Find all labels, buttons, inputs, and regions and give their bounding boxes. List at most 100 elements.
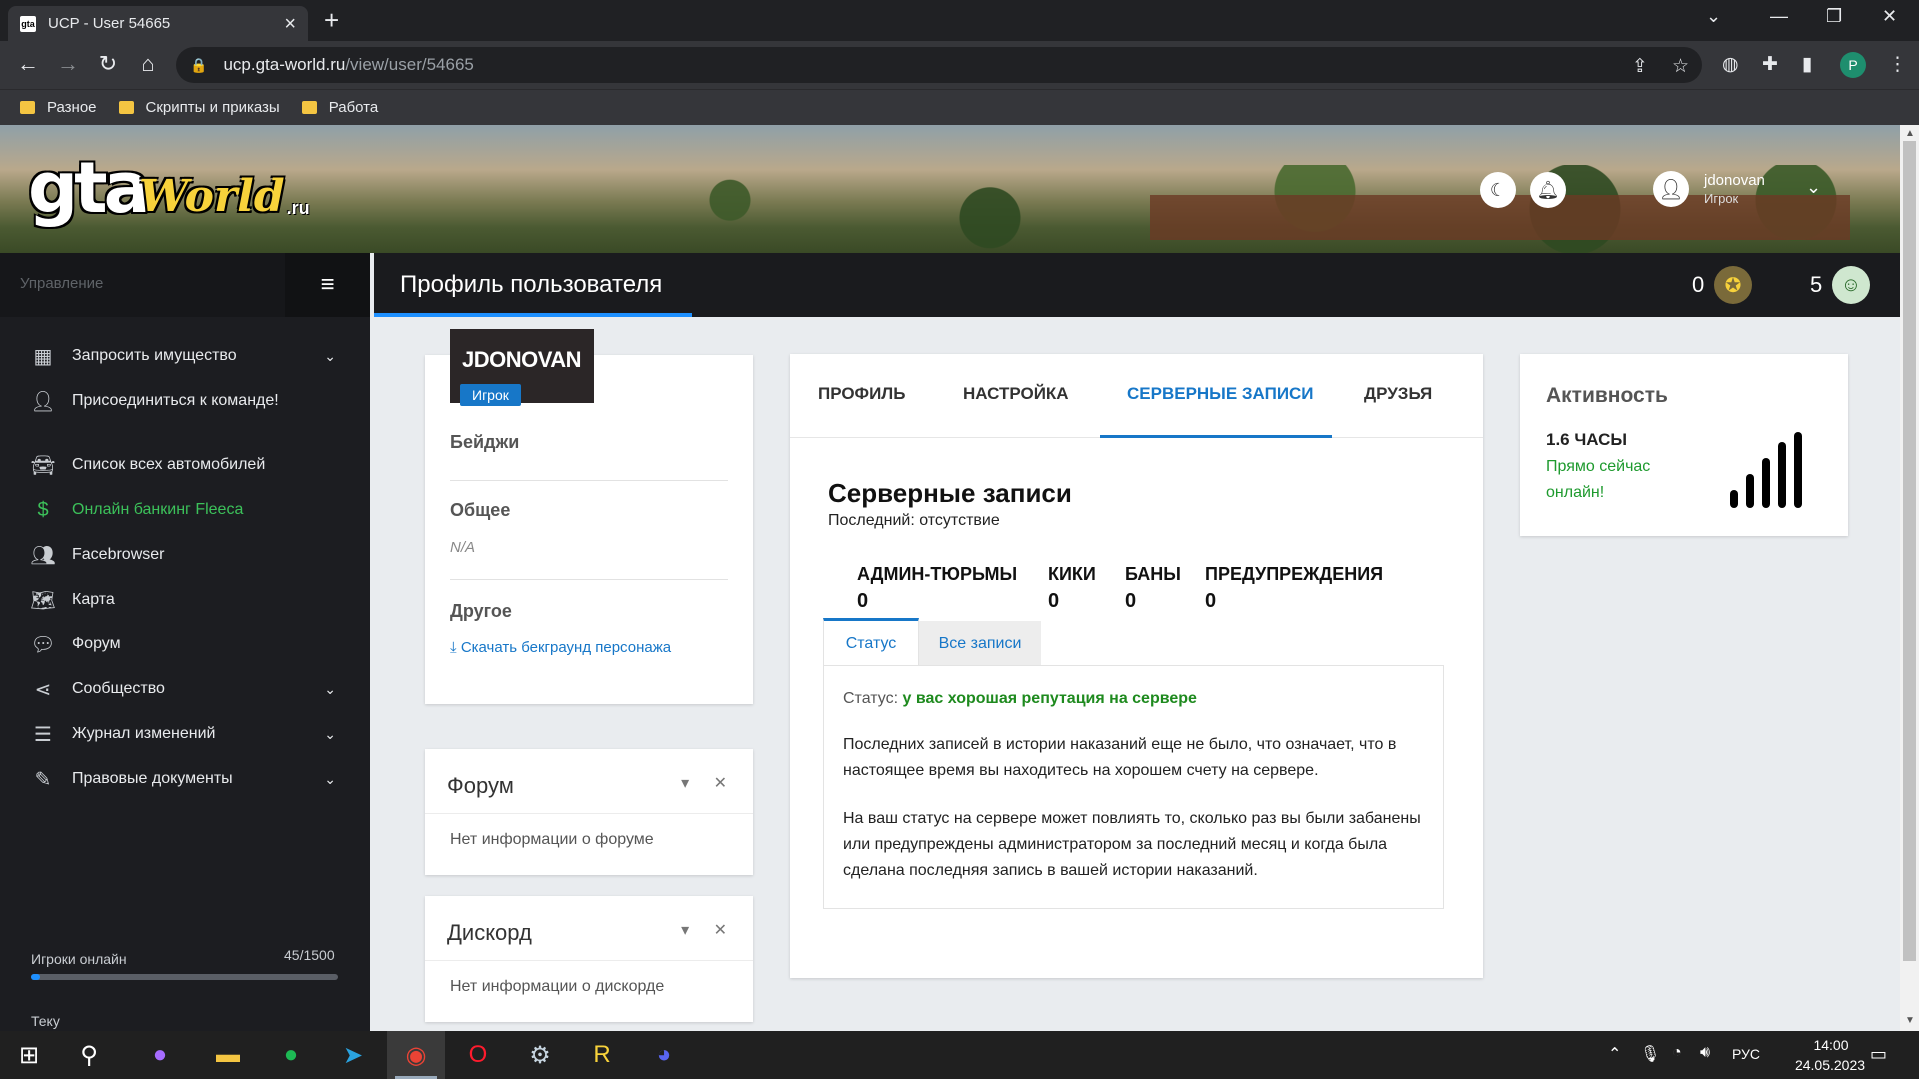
lock-icon[interactable]: 🔒 [190, 57, 207, 74]
signal-bar [1746, 474, 1754, 508]
stat-admin-jail-value: 0 [857, 590, 869, 612]
close-window-icon[interactable]: ✕ [1882, 6, 1897, 27]
sidebar-item-fleeca-banking[interactable]: $ Онлайн банкинг Fleeca [0, 490, 370, 530]
tray-microphone-icon[interactable]: 🎙︎ [1640, 1044, 1660, 1064]
sidebar-item-request-property[interactable]: ▦ Запросить имущество ⌄ [0, 336, 370, 376]
sidebar-item-label: Запросить имущество [72, 347, 237, 364]
share-page-icon[interactable]: ⇪ [1632, 55, 1648, 78]
achievement-badge-icon[interactable]: ✪ [1714, 266, 1752, 304]
download-background-link[interactable]: ⤓ Скачать бекграунд персонажа [450, 639, 671, 656]
dark-mode-moon-icon[interactable]: ☾ [1480, 172, 1516, 208]
bookmark-label: Разное [47, 99, 97, 116]
sidebar-header: Управление ≡ [0, 253, 370, 317]
stat-warnings-label: ПРЕДУПРЕЖДЕНИЯ [1205, 564, 1384, 584]
restore-icon[interactable]: ❐ [1826, 6, 1842, 27]
tray-volume-icon[interactable]: 🔊︎ [1700, 1044, 1710, 1062]
forum-widget: Форум ▾ ✕ Нет информации о форуме [425, 749, 753, 875]
browser-tab[interactable]: gta UCP - User 54665 × [8, 6, 308, 41]
logo-world-text: World [138, 171, 285, 222]
side-panel-icon[interactable]: ▮ [1802, 53, 1812, 76]
tray-language[interactable]: РУС [1732, 1046, 1760, 1062]
hamburger-menu-icon[interactable]: ≡ [285, 253, 370, 317]
new-tab-icon[interactable]: + [324, 6, 339, 34]
sidebar-item-label: Список всех автомобилей [72, 456, 266, 473]
tray-clock-date[interactable]: 24.05.2023 [1790, 1057, 1870, 1073]
activity-title: Активность [1546, 384, 1668, 407]
sub-tab-status[interactable]: Статус [823, 618, 919, 666]
taskbar-file-explorer-icon[interactable]: ▬ [199, 1031, 257, 1079]
sidebar-item-changelog[interactable]: ☰ Журнал изменений ⌄ [0, 714, 370, 754]
taskbar-alice-icon[interactable]: ● [131, 1031, 189, 1079]
page-scrollbar[interactable]: ▲ ▼ [1900, 125, 1919, 1031]
tray-wifi-icon[interactable]: ◔ [1672, 1044, 1682, 1062]
taskbar-chrome-icon[interactable]: ◉ [387, 1031, 445, 1079]
taskbar-spotify-icon[interactable]: ● [262, 1031, 320, 1079]
reload-icon[interactable]: ↻ [94, 51, 122, 77]
notification-center-icon[interactable]: ▭ [1870, 1044, 1887, 1065]
tab-profile[interactable]: ПРОФИЛЬ [818, 384, 905, 404]
user-avatar-icon[interactable]: 👤︎ [1653, 171, 1689, 207]
bookmark-star-icon[interactable]: ☆ [1672, 55, 1689, 78]
tab-search-chevron-icon[interactable]: ⌄ [1706, 6, 1721, 27]
header-username[interactable]: jdonovan [1704, 172, 1765, 189]
scroll-down-arrow-icon[interactable]: ▼ [1905, 1015, 1915, 1026]
collapse-caret-icon[interactable]: ▾ [681, 775, 689, 792]
address-bar[interactable]: 🔒 ucp.gta-world.ru /view/user/54665 ⇪ ☆ [176, 47, 1702, 83]
sidebar-item-vehicles[interactable]: 🚘︎ Список всех автомобилей [0, 445, 370, 485]
sidebar-item-facebrowser[interactable]: 👥︎ Facebrowser [0, 535, 370, 575]
sidebar-item-forum[interactable]: 💬︎ Форум [0, 624, 370, 664]
tab-server-records[interactable]: СЕРВЕРНЫЕ ЗАПИСИ [1127, 384, 1314, 404]
extension-globe-icon[interactable]: ◍ [1722, 53, 1739, 76]
tab-settings[interactable]: НАСТРОЙКА [963, 384, 1069, 404]
token-coin-icon[interactable]: ☺ [1832, 266, 1870, 304]
taskbar-steam-icon[interactable]: ⚙ [511, 1031, 569, 1079]
chevron-down-icon: ⌄ [324, 725, 336, 742]
close-icon[interactable]: ✕ [714, 775, 727, 792]
widget-tools: ▾ ✕ [681, 920, 727, 940]
forward-arrow-icon[interactable]: → [54, 51, 82, 77]
user-menu-chevron-icon[interactable]: ⌄ [1806, 177, 1821, 198]
chevron-down-icon: ⌄ [324, 770, 336, 787]
sidebar-gap [370, 253, 374, 1031]
windows-start-icon[interactable]: ⊞ [0, 1031, 58, 1079]
home-icon[interactable]: ⌂ [134, 51, 162, 77]
sidebar-item-legal-docs[interactable]: ✎ Правовые документы ⌄ [0, 759, 370, 799]
status-prefix: Статус: [843, 690, 899, 707]
tray-clock-time[interactable]: 14:00 [1794, 1037, 1868, 1053]
scroll-up-arrow-icon[interactable]: ▲ [1905, 128, 1915, 139]
bookmark-folder[interactable]: Разное [20, 99, 97, 116]
document-icon: ✎ [34, 768, 52, 791]
bookmark-folder[interactable]: Работа [301, 99, 378, 116]
bookmark-folder[interactable]: Скрипты и приказы [118, 99, 280, 116]
players-online-progress-fill [31, 974, 41, 980]
browser-profile-avatar[interactable]: P [1840, 52, 1866, 78]
tab-close-icon[interactable]: × [284, 14, 296, 34]
extensions-puzzle-icon[interactable]: ✚ [1762, 53, 1778, 76]
profile-tabs: ПРОФИЛЬ НАСТРОЙКА СЕРВЕРНЫЕ ЗАПИСИ ДРУЗЬ… [790, 354, 1483, 438]
other-heading: Другое [450, 601, 512, 621]
tab-friends[interactable]: ДРУЗЬЯ [1364, 384, 1432, 404]
back-arrow-icon[interactable]: ← [14, 51, 42, 77]
close-icon[interactable]: ✕ [714, 922, 727, 939]
taskbar-rockstar-icon[interactable]: R [573, 1031, 631, 1079]
sidebar-item-join-team[interactable]: 👤︎ Присоединиться к команде! [0, 381, 370, 421]
site-logo[interactable]: gta World .ru [28, 143, 310, 223]
minimize-icon[interactable]: — [1770, 6, 1788, 27]
browser-menu-icon[interactable]: ⋮ [1888, 53, 1907, 76]
taskbar-telegram-icon[interactable]: ➤ [324, 1031, 382, 1079]
records-title: Серверные записи [828, 478, 1072, 508]
sidebar-item-label: Сообщество [72, 680, 165, 697]
taskbar-discord-icon[interactable]: ◕ [635, 1031, 693, 1079]
taskbar-opera-icon[interactable]: O [449, 1031, 507, 1079]
collapse-caret-icon[interactable]: ▾ [681, 922, 689, 939]
active-tab-underline [1100, 435, 1332, 438]
taskbar-search-icon[interactable]: ⚲ [60, 1031, 118, 1079]
scroll-thumb[interactable] [1903, 141, 1916, 961]
site-favicon-icon: gta [20, 15, 36, 32]
logo-ru-text: .ru [286, 198, 310, 218]
sidebar-item-map[interactable]: 🗺︎ Карта [0, 580, 370, 620]
sidebar-item-community[interactable]: ⋖ Сообщество ⌄ [0, 669, 370, 709]
tray-overflow-chevron-icon[interactable]: ⌃ [1608, 1044, 1621, 1064]
notifications-bell-icon[interactable]: 🔔︎ [1530, 172, 1566, 208]
sub-tab-all-records[interactable]: Все записи [919, 621, 1041, 666]
